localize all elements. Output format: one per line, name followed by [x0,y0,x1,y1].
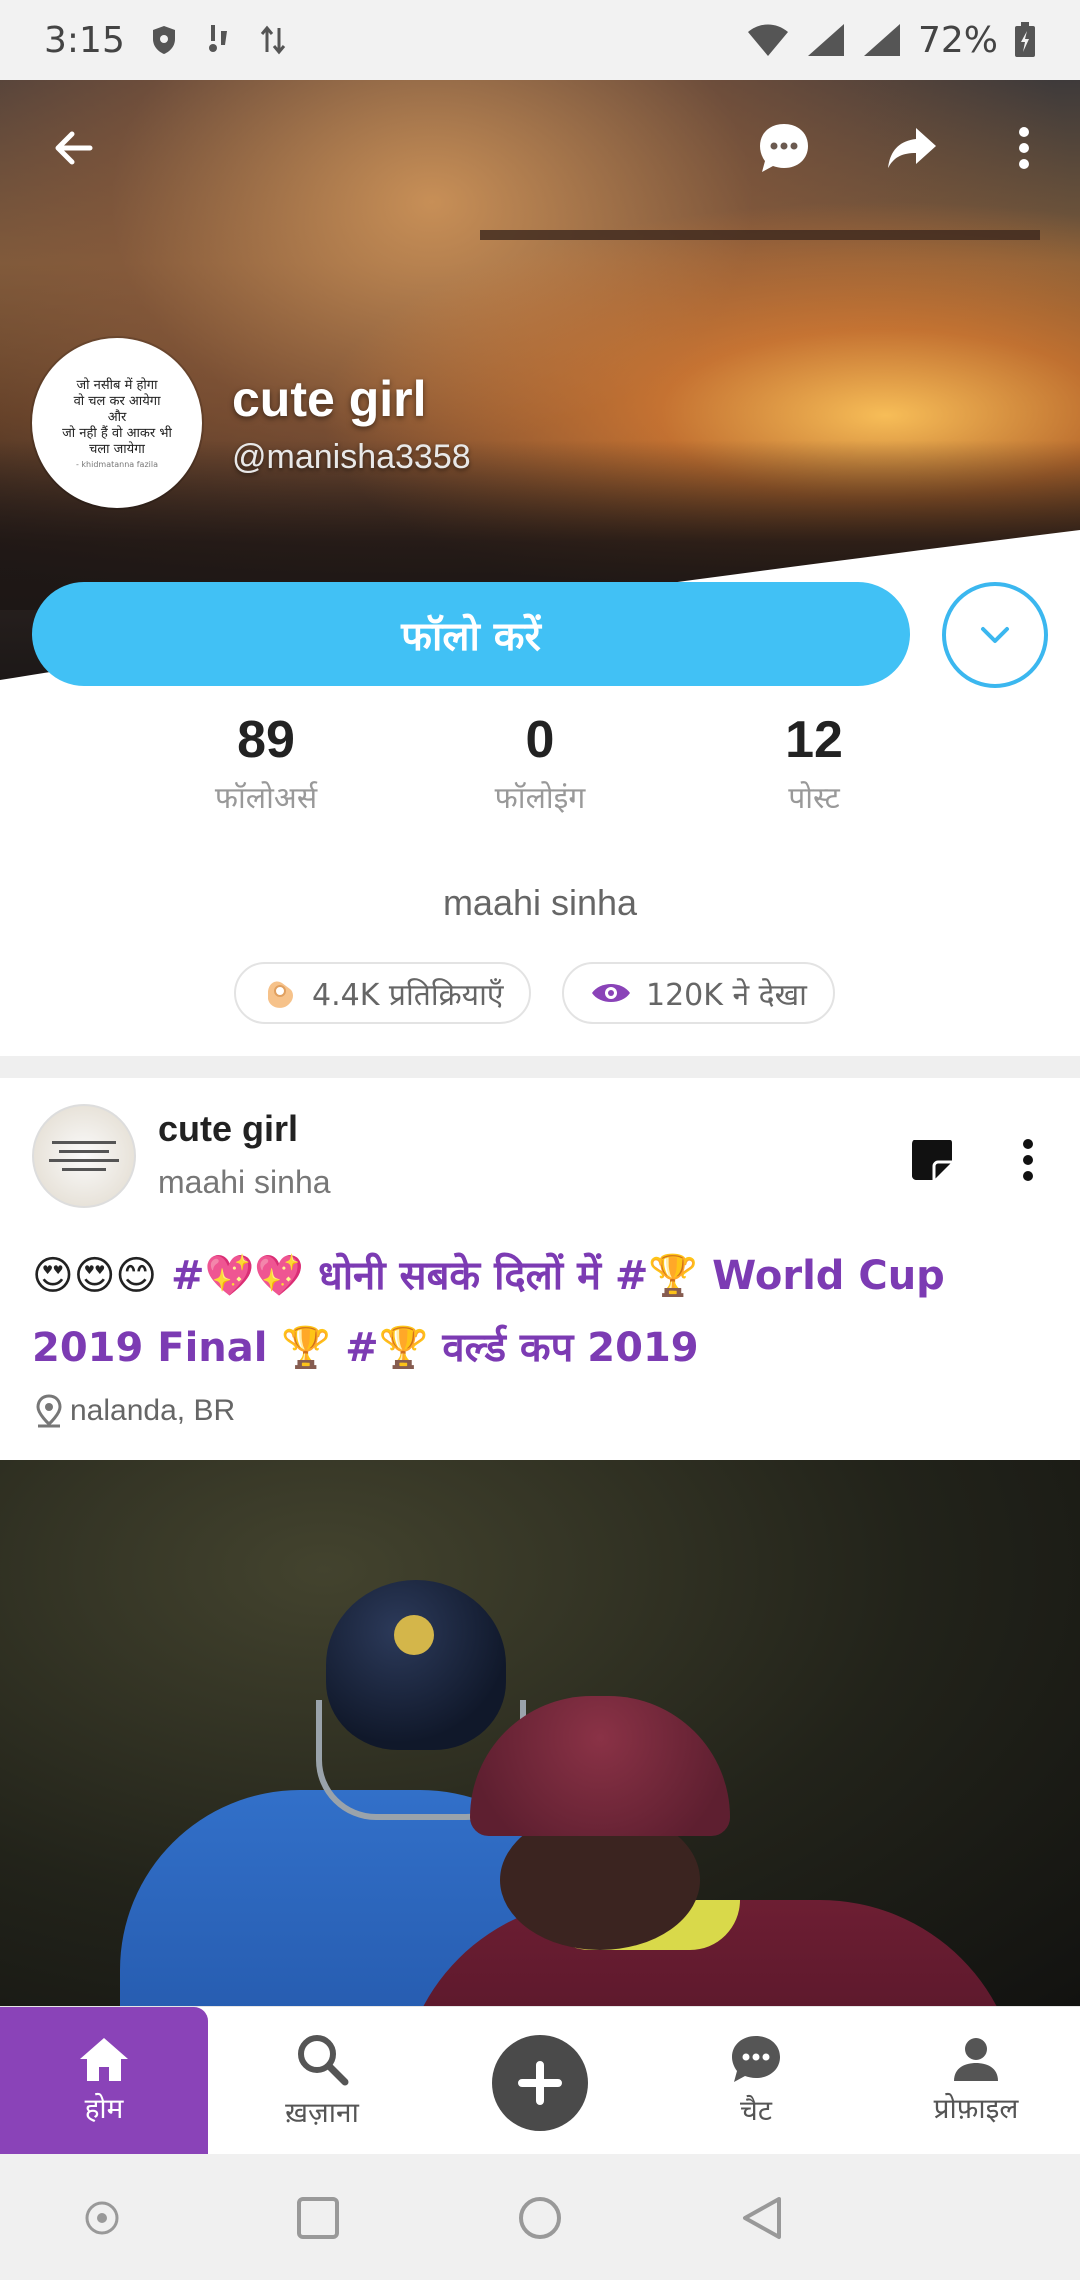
person-icon [954,2038,998,2081]
wifi-icon [746,22,790,58]
caption-hashtags-line2[interactable]: 2019 Final 🏆 #🏆 वर्ल्ड कप 2019 [32,1325,699,1371]
stat-value: 0 [525,711,555,769]
recents-icon [297,2197,339,2239]
post-author-subtitle: maahi sinha [158,1164,331,1200]
assistant-icon [85,2201,119,2235]
triangle-back-icon [743,2197,781,2239]
stat-label: पोस्ट [788,781,840,816]
sticker-button[interactable] [902,1130,962,1190]
bottom-nav: होम ख़ज़ाना चैट प्रोफ़ाइल [0,2006,1080,2155]
more-options-button[interactable] [986,110,1062,186]
search-icon [298,2035,349,2086]
more-vertical-icon [1023,1139,1033,1181]
avatar-text-stroke [59,1150,109,1153]
avatar-text-stroke [52,1141,116,1144]
profile-name: cute girl [232,371,427,427]
avatar-text-line: चला जायेगा [89,441,145,457]
location-text: nalanda, BR [70,1394,236,1427]
expand-profile-button[interactable] [942,582,1048,688]
battery-level: 72% [917,19,998,61]
avatar-text-line: जो नसीब में होगा [76,377,158,393]
chevron-down-icon [981,627,1009,643]
stat-following[interactable]: 0 फॉलोइंग [420,710,660,817]
nav-chat[interactable]: चैट [652,2007,860,2155]
reactions-count: 4.4K प्रतिक्रियाएँ [312,977,504,1013]
caption-emoji: 😍😍😊 [32,1253,158,1299]
system-nav-bar [0,2154,1080,2280]
avatar-text-line: जो नही हैं वो आकर भी [62,425,172,441]
cover-stall [480,230,1040,390]
status-time: 3:15 [44,19,125,61]
stat-value: 12 [785,711,843,769]
profile-handle: @manisha3358 [232,438,471,476]
profile-stats: 89 फॉलोअर्स 0 फॉलोइंग 12 पोस्ट [0,710,1080,850]
nav-label: होम [84,2092,124,2125]
post-more-button[interactable] [998,1130,1058,1190]
more-vertical-icon [1019,127,1029,169]
chat-button[interactable] [746,110,822,186]
share-button[interactable] [874,110,950,186]
avatar-text-stroke [62,1168,106,1171]
image-helmet-logo [394,1615,434,1655]
nav-label: प्रोफ़ाइल [933,2092,1019,2125]
avatar-text-stroke [49,1159,119,1162]
views-chip[interactable]: 120K ने देखा [562,962,835,1024]
home-icon [80,2038,128,2081]
home-system-button[interactable] [512,2190,568,2246]
back-system-button[interactable] [734,2190,790,2246]
stat-posts[interactable]: 12 पोस्ट [694,710,934,817]
avatar-text-line: और [107,409,127,425]
post-author-avatar[interactable] [32,1104,136,1208]
recents-button[interactable] [290,2190,346,2246]
share-icon [888,128,936,168]
section-divider [0,1056,1080,1078]
assistant-button[interactable] [74,2190,130,2246]
nav-label: ख़ज़ाना [285,2096,359,2129]
data-transfer-icon [259,24,287,56]
status-bar: 3:15 72% [0,0,1080,80]
chat-icon [732,2036,780,2082]
plus-icon [518,2061,562,2105]
nav-profile[interactable]: प्रोफ़ाइल [872,2007,1080,2155]
ok-hand-icon [268,981,293,1008]
stat-label: फॉलोअर्स [214,781,318,816]
post-caption[interactable]: 😍😍😊 #💖💖 धोनी सबके दिलों में #🏆 World Cup… [32,1240,1042,1384]
stat-label: फॉलोइंग [494,781,586,816]
avatar-signature: - khidmatanna fazila [75,459,159,469]
battery-icon [1014,22,1036,58]
circle-home-icon [519,2197,561,2239]
nav-explore[interactable]: ख़ज़ाना [218,2007,426,2155]
signal-icon [862,22,902,58]
eye-icon [592,984,630,1002]
follow-button[interactable]: फॉलो करें [32,582,910,686]
nav-home[interactable]: होम [0,2007,208,2155]
post-location[interactable]: nalanda, BR [34,1394,235,1428]
avatar-text-line: वो चल कर आयेगा [73,393,161,409]
sticker-icon [912,1140,952,1180]
nav-label: चैट [740,2094,772,2127]
post-author-name[interactable]: cute girl [158,1108,298,1150]
nav-create-post[interactable] [492,2035,588,2131]
location-pin-icon [36,1394,62,1428]
shield-icon [151,25,177,55]
views-count: 120K ने देखा [646,977,807,1013]
profile-avatar[interactable]: जो नसीब में होगा वो चल कर आयेगा और जो नह… [32,338,202,508]
caption-hashtags-line1[interactable]: #💖💖 धोनी सबके दिलों में #🏆 World Cup [171,1253,945,1299]
back-arrow-icon [55,131,93,165]
notification-icon [203,23,233,57]
profile-bio: maahi sinha [442,882,638,923]
post-image[interactable] [0,1460,1080,2008]
stat-followers[interactable]: 89 फॉलोअर्स [146,710,386,817]
stat-value: 89 [237,711,295,769]
signal-icon [806,22,846,58]
chat-bubble-icon [760,124,808,172]
reactions-chip[interactable]: 4.4K प्रतिक्रियाएँ [234,962,532,1024]
back-button[interactable] [36,110,112,186]
